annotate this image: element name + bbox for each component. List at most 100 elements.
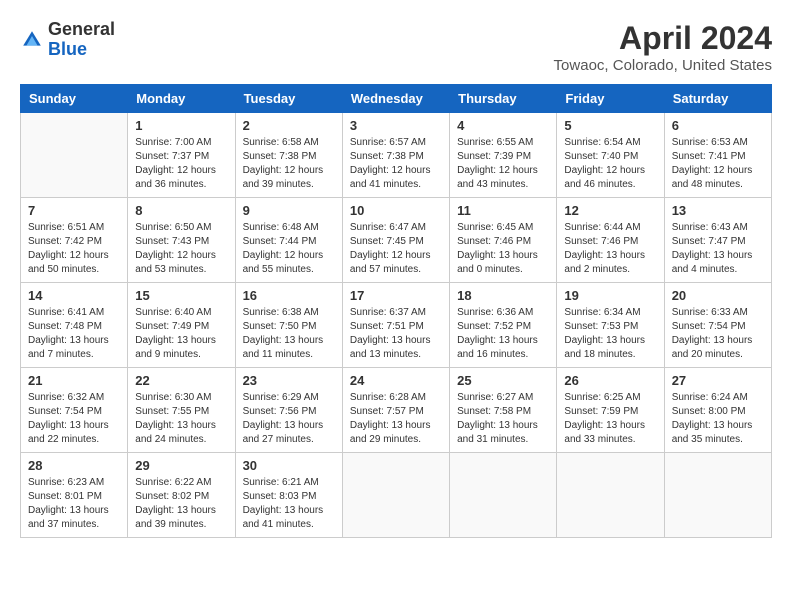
calendar-cell: 20 Sunrise: 6:33 AMSunset: 7:54 PMDayligh…: [664, 283, 771, 368]
calendar-body: 1 Sunrise: 7:00 AMSunset: 7:37 PMDaylight…: [21, 113, 772, 538]
calendar-cell: 18 Sunrise: 6:36 AMSunset: 7:52 PMDayligh…: [450, 283, 557, 368]
day-number: 29: [135, 458, 227, 473]
header-saturday: Saturday: [664, 85, 771, 113]
calendar-cell: 14 Sunrise: 6:41 AMSunset: 7:48 PMDayligh…: [21, 283, 128, 368]
day-info: Sunrise: 6:43 AMSunset: 7:47 PMDaylight:…: [672, 221, 764, 277]
day-number: 21: [28, 373, 120, 388]
calendar-cell: 16 Sunrise: 6:38 AMSunset: 7:50 PMDayligh…: [235, 283, 342, 368]
logo: General Blue: [20, 20, 115, 60]
calendar-cell: 1 Sunrise: 7:00 AMSunset: 7:37 PMDaylight…: [128, 113, 235, 198]
day-number: 26: [564, 373, 656, 388]
calendar-cell: 3Sunrise: 6:57 AMSunset: 7:38 PMDaylight…: [342, 113, 449, 198]
calendar-cell: 19 Sunrise: 6:34 AMSunset: 7:53 PMDayligh…: [557, 283, 664, 368]
day-number: 11: [457, 203, 549, 218]
day-info: Sunrise: 6:51 AMSunset: 7:42 PMDaylight:…: [28, 221, 120, 277]
title-area: April 2024 Towaoc, Colorado, United Stat…: [554, 20, 772, 74]
day-number: 9: [243, 203, 335, 218]
logo-text: General Blue: [48, 20, 115, 60]
day-info: Sunrise: 6:23 AMSunset: 8:01 PMDaylight:…: [28, 476, 120, 532]
day-info: Sunrise: 6:48 AMSunset: 7:44 PMDaylight:…: [243, 221, 335, 277]
header-monday: Monday: [128, 85, 235, 113]
header-thursday: Thursday: [450, 85, 557, 113]
day-number: 8: [135, 203, 227, 218]
day-info: Sunrise: 6:27 AMSunset: 7:58 PMDaylight:…: [457, 391, 549, 447]
location-title: Towaoc, Colorado, United States: [554, 57, 772, 74]
calendar-cell: 30 Sunrise: 6:21 AMSunset: 8:03 PMDayligh…: [235, 453, 342, 538]
day-number: 18: [457, 288, 549, 303]
day-number: 16: [243, 288, 335, 303]
day-number: 13: [672, 203, 764, 218]
day-info: Sunrise: 6:40 AMSunset: 7:49 PMDaylight:…: [135, 306, 227, 362]
calendar-cell: [664, 453, 771, 538]
calendar-week-row: 7 Sunrise: 6:51 AMSunset: 7:42 PMDaylight…: [21, 198, 772, 283]
day-info: Sunrise: 6:54 AMSunset: 7:40 PMDaylight:…: [564, 136, 656, 192]
calendar-cell: [21, 113, 128, 198]
day-number: 19: [564, 288, 656, 303]
calendar-cell: 23 Sunrise: 6:29 AMSunset: 7:56 PMDayligh…: [235, 368, 342, 453]
day-info: Sunrise: 6:21 AMSunset: 8:03 PMDaylight:…: [243, 476, 335, 532]
header-tuesday: Tuesday: [235, 85, 342, 113]
day-info: Sunrise: 6:33 AMSunset: 7:54 PMDaylight:…: [672, 306, 764, 362]
day-info: Sunrise: 6:53 AMSunset: 7:41 PMDaylight:…: [672, 136, 764, 192]
day-info: Sunrise: 6:41 AMSunset: 7:48 PMDaylight:…: [28, 306, 120, 362]
day-number: 25: [457, 373, 549, 388]
header-friday: Friday: [557, 85, 664, 113]
logo-icon: [20, 28, 44, 52]
day-info: Sunrise: 6:22 AMSunset: 8:02 PMDaylight:…: [135, 476, 227, 532]
day-number: 12: [564, 203, 656, 218]
calendar-cell: 10 Sunrise: 6:47 AMSunset: 7:45 PMDayligh…: [342, 198, 449, 283]
calendar-cell: 2 Sunrise: 6:58 AMSunset: 7:38 PMDaylight…: [235, 113, 342, 198]
day-number: 30: [243, 458, 335, 473]
day-info: Sunrise: 6:34 AMSunset: 7:53 PMDaylight:…: [564, 306, 656, 362]
day-info: Sunrise: 6:28 AMSunset: 7:57 PMDaylight:…: [350, 391, 442, 447]
day-info: Sunrise: 6:55 AMSunset: 7:39 PMDaylight:…: [457, 136, 549, 192]
calendar-cell: 26 Sunrise: 6:25 AMSunset: 7:59 PMDayligh…: [557, 368, 664, 453]
calendar-table: Sunday Monday Tuesday Wednesday Thursday…: [20, 84, 772, 538]
calendar-cell: 15Sunrise: 6:40 AMSunset: 7:49 PMDayligh…: [128, 283, 235, 368]
day-number: 1: [135, 118, 227, 133]
header: General Blue April 2024 Towaoc, Colorado…: [20, 20, 772, 74]
day-info: Sunrise: 6:25 AMSunset: 7:59 PMDaylight:…: [564, 391, 656, 447]
calendar-cell: 4 Sunrise: 6:55 AMSunset: 7:39 PMDaylight…: [450, 113, 557, 198]
day-info: Sunrise: 6:30 AMSunset: 7:55 PMDaylight:…: [135, 391, 227, 447]
day-number: 17: [350, 288, 442, 303]
calendar-cell: 17Sunrise: 6:37 AMSunset: 7:51 PMDayligh…: [342, 283, 449, 368]
day-number: 22: [135, 373, 227, 388]
calendar-cell: [557, 453, 664, 538]
day-info: Sunrise: 6:47 AMSunset: 7:45 PMDaylight:…: [350, 221, 442, 277]
calendar-cell: 25 Sunrise: 6:27 AMSunset: 7:58 PMDayligh…: [450, 368, 557, 453]
calendar-week-row: 28Sunrise: 6:23 AMSunset: 8:01 PMDayligh…: [21, 453, 772, 538]
calendar-cell: [342, 453, 449, 538]
calendar-cell: 24Sunrise: 6:28 AMSunset: 7:57 PMDayligh…: [342, 368, 449, 453]
header-wednesday: Wednesday: [342, 85, 449, 113]
day-info: Sunrise: 6:36 AMSunset: 7:52 PMDaylight:…: [457, 306, 549, 362]
day-number: 14: [28, 288, 120, 303]
day-number: 27: [672, 373, 764, 388]
calendar-cell: 8 Sunrise: 6:50 AMSunset: 7:43 PMDaylight…: [128, 198, 235, 283]
calendar-cell: 9 Sunrise: 6:48 AMSunset: 7:44 PMDaylight…: [235, 198, 342, 283]
calendar-cell: 7 Sunrise: 6:51 AMSunset: 7:42 PMDaylight…: [21, 198, 128, 283]
calendar-cell: 11Sunrise: 6:45 AMSunset: 7:46 PMDayligh…: [450, 198, 557, 283]
day-number: 5: [564, 118, 656, 133]
header-sunday: Sunday: [21, 85, 128, 113]
day-number: 7: [28, 203, 120, 218]
day-info: Sunrise: 7:00 AMSunset: 7:37 PMDaylight:…: [135, 136, 227, 192]
day-info: Sunrise: 6:58 AMSunset: 7:38 PMDaylight:…: [243, 136, 335, 192]
day-info: Sunrise: 6:24 AMSunset: 8:00 PMDaylight:…: [672, 391, 764, 447]
day-number: 2: [243, 118, 335, 133]
day-number: 6: [672, 118, 764, 133]
calendar-week-row: 21 Sunrise: 6:32 AMSunset: 7:54 PMDayligh…: [21, 368, 772, 453]
day-info: Sunrise: 6:50 AMSunset: 7:43 PMDaylight:…: [135, 221, 227, 277]
calendar-cell: 27 Sunrise: 6:24 AMSunset: 8:00 PMDayligh…: [664, 368, 771, 453]
day-number: 10: [350, 203, 442, 218]
day-info: Sunrise: 6:38 AMSunset: 7:50 PMDaylight:…: [243, 306, 335, 362]
day-number: 4: [457, 118, 549, 133]
day-info: Sunrise: 6:29 AMSunset: 7:56 PMDaylight:…: [243, 391, 335, 447]
day-number: 20: [672, 288, 764, 303]
day-number: 23: [243, 373, 335, 388]
calendar-cell: 5 Sunrise: 6:54 AMSunset: 7:40 PMDaylight…: [557, 113, 664, 198]
day-info: Sunrise: 6:32 AMSunset: 7:54 PMDaylight:…: [28, 391, 120, 447]
calendar-header-row: Sunday Monday Tuesday Wednesday Thursday…: [21, 85, 772, 113]
month-title: April 2024: [554, 20, 772, 57]
calendar-cell: 28Sunrise: 6:23 AMSunset: 8:01 PMDayligh…: [21, 453, 128, 538]
